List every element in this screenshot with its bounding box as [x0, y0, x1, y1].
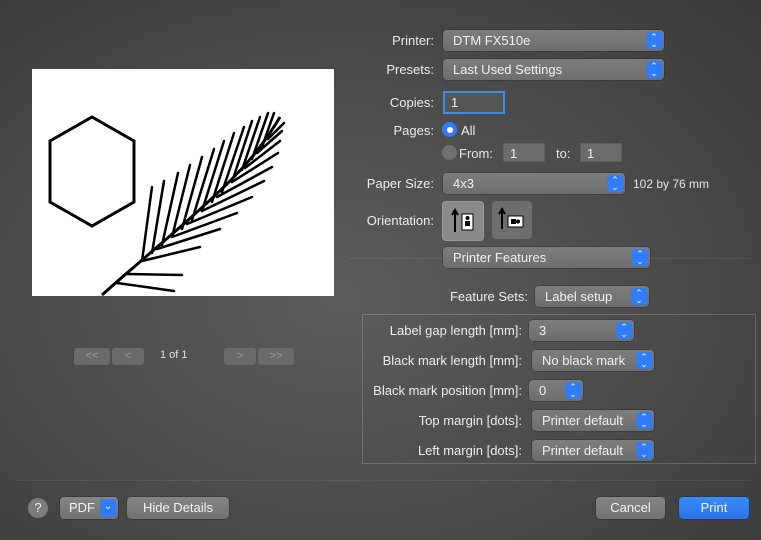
- printer-popup[interactable]: DTM FX510e ⌃ ⌄: [443, 30, 664, 51]
- footer-separator: [16, 480, 752, 481]
- chevron-updown-icon: ⌃ ⌄: [632, 249, 648, 266]
- portrait-icon: [451, 208, 474, 232]
- cancel-button[interactable]: Cancel: [596, 497, 665, 519]
- landscape-button[interactable]: [492, 201, 532, 239]
- chevron-updown-icon: ⌃ ⌄: [636, 352, 652, 369]
- chevron-updown-icon: ⌃ ⌄: [636, 412, 652, 429]
- chevron-updown-icon: ⌃ ⌄: [646, 61, 662, 78]
- previous-page-button[interactable]: <: [112, 348, 144, 365]
- landscape-icon: [498, 207, 524, 229]
- paper-size-value: 4x3: [453, 176, 474, 191]
- label-gap-popup[interactable]: 3 ⌃ ⌄: [529, 320, 634, 341]
- paper-size-popup[interactable]: 4x3 ⌃ ⌄: [443, 173, 625, 194]
- fern-leaves: [115, 111, 286, 293]
- radio-dot-icon: [446, 126, 453, 133]
- paper-dimensions: 102 by 76 mm: [633, 177, 710, 191]
- pdf-button[interactable]: PDF ⌄: [60, 497, 118, 519]
- feature-value: Printer default: [542, 413, 623, 428]
- next-page-button[interactable]: >: [224, 348, 256, 365]
- last-page-button[interactable]: >>: [258, 348, 294, 365]
- pages-from-field[interactable]: 1: [503, 143, 545, 162]
- feature-sets-popup[interactable]: Label setup ⌃ ⌄: [535, 286, 649, 307]
- feature-value: 0: [539, 383, 547, 398]
- presets-label: Presets:: [386, 62, 434, 77]
- copies-label: Copies:: [389, 95, 434, 110]
- paper-size-label: Paper Size:: [366, 176, 434, 191]
- orientation-label: Orientation:: [366, 213, 434, 228]
- print-button[interactable]: Print: [679, 497, 749, 519]
- help-button[interactable]: ?: [28, 498, 48, 518]
- feature-label: Label gap length [mm]:: [389, 323, 522, 338]
- chevron-updown-icon: ⌃ ⌄: [616, 322, 632, 339]
- presets-popup[interactable]: Last Used Settings ⌃ ⌄: [443, 59, 664, 80]
- feature-label: Black mark length [mm]:: [382, 353, 522, 368]
- black-mark-position-popup[interactable]: 0 ⌃ ⌄: [529, 380, 583, 401]
- page-indicator: 1 of 1: [160, 349, 188, 361]
- feature-value: No black mark: [542, 353, 626, 368]
- section-popup[interactable]: Printer Features ⌃ ⌄: [443, 247, 650, 268]
- presets-value: Last Used Settings: [453, 62, 563, 77]
- section-popup-value: Printer Features: [453, 250, 547, 265]
- copies-field[interactable]: 1: [443, 91, 505, 114]
- preview-artwork: [48, 111, 286, 297]
- printer-label: Printer:: [392, 33, 434, 48]
- portrait-button[interactable]: [442, 201, 484, 241]
- chevron-updown-icon: ⌃ ⌄: [636, 442, 652, 459]
- hexagon-shape: [48, 115, 136, 228]
- pages-all-label: All: [461, 123, 476, 138]
- black-mark-length-popup[interactable]: No black mark ⌃ ⌄: [532, 350, 654, 371]
- feature-sets-value: Label setup: [545, 289, 613, 304]
- first-page-button[interactable]: <<: [74, 348, 110, 365]
- pdf-label: PDF: [69, 500, 95, 515]
- pages-label: Pages:: [393, 123, 434, 138]
- feature-label: Black mark position [mm]:: [373, 383, 522, 398]
- chevron-updown-icon: ⌃ ⌄: [646, 32, 662, 49]
- pages-from-label: From:: [459, 146, 493, 161]
- chevron-down-icon: ⌄: [100, 499, 116, 517]
- chevron-updown-icon: ⌃ ⌄: [631, 288, 647, 305]
- pages-range-radio[interactable]: [442, 145, 457, 160]
- hide-details-button[interactable]: Hide Details: [127, 497, 229, 519]
- feature-value: 3: [539, 323, 547, 338]
- top-margin-popup[interactable]: Printer default ⌃ ⌄: [532, 410, 654, 431]
- feature-value: Printer default: [542, 443, 623, 458]
- chevron-updown-icon: ⌃ ⌄: [607, 175, 623, 192]
- feature-label: Left margin [dots]:: [417, 443, 522, 458]
- pages-to-field[interactable]: 1: [580, 143, 622, 162]
- chevron-updown-icon: ⌃ ⌄: [565, 382, 581, 399]
- left-margin-popup[interactable]: Printer default ⌃ ⌄: [532, 440, 654, 461]
- pages-all-radio[interactable]: [442, 122, 457, 137]
- pages-to-label: to:: [556, 146, 571, 161]
- print-preview: [32, 69, 334, 297]
- feature-label: Top margin [dots]:: [418, 413, 522, 428]
- feature-sets-label: Feature Sets:: [449, 289, 528, 304]
- printer-value: DTM FX510e: [453, 33, 531, 48]
